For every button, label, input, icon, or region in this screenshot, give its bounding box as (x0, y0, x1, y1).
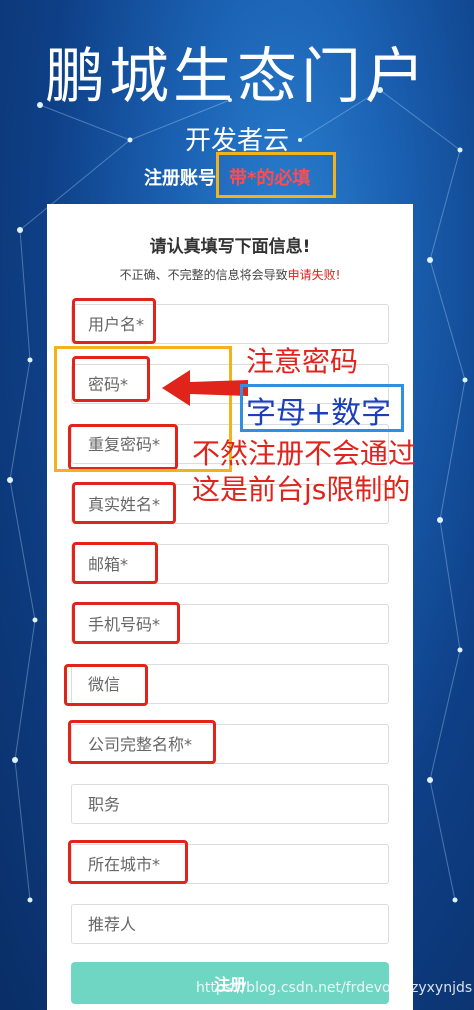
note-password: 注意密码 (246, 345, 359, 378)
form-heading: 请认真填写下面信息! (149, 237, 311, 257)
form-hint: 不正确、不完整的信息将会导致申请失败! (47, 266, 413, 283)
wechat-highlight (64, 664, 148, 706)
note-letters-digits: 字母+数字 (246, 396, 392, 431)
referrer-input[interactable] (71, 904, 389, 944)
register-label: 注册账号 (144, 168, 216, 189)
watermark: https://blog.csdn.net/frdevolcqzyxynjds (196, 980, 473, 996)
required-note-highlight (216, 152, 336, 198)
city-highlight (68, 840, 188, 884)
email-highlight (72, 542, 158, 584)
position-input[interactable] (71, 784, 389, 824)
company-highlight (68, 720, 216, 764)
form-hint-text: 不正确、不完整的信息将会导致 (119, 268, 288, 282)
note-line-1: 不然注册不会通过 (192, 437, 417, 470)
form-hint-error: 申请失败! (287, 268, 341, 282)
real-name-highlight (72, 482, 176, 524)
arrow-icon (162, 370, 248, 406)
page-title: 鹏城生态门户 (45, 42, 429, 112)
phone-highlight (72, 602, 180, 644)
username-highlight (72, 298, 156, 344)
note-line-2: 这是前台js限制的 (192, 473, 411, 506)
